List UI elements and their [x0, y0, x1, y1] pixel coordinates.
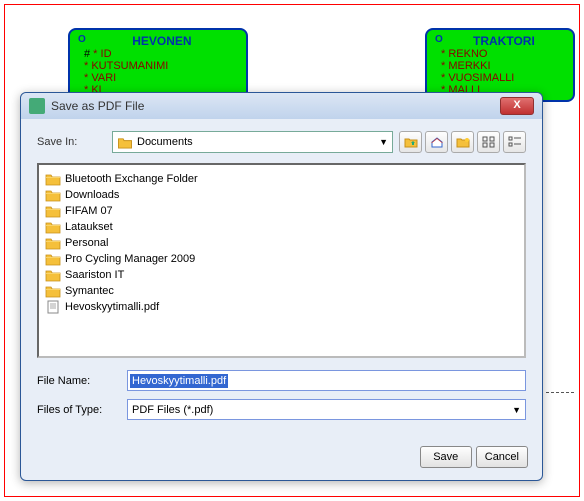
save-pdf-dialog: Save as PDF File X Save In: Documents ▼ … [20, 92, 543, 481]
save-in-label: Save In: [37, 136, 112, 148]
folder-item[interactable]: FIFAM 07 [43, 203, 520, 219]
file-name: Personal [65, 237, 108, 249]
chevron-down-icon: ▼ [512, 405, 521, 415]
folder-new-icon [456, 136, 470, 148]
list-view-button[interactable] [477, 131, 500, 153]
file-name: Saariston IT [65, 269, 124, 281]
file-item[interactable]: Hevoskyytimalli.pdf [43, 299, 520, 315]
home-button[interactable] [425, 131, 448, 153]
entity-title: TRAKTORI [473, 34, 535, 48]
folder-item[interactable]: Lataukset [43, 219, 520, 235]
file-name: FIFAM 07 [65, 205, 113, 217]
new-folder-button[interactable] [451, 131, 474, 153]
titlebar[interactable]: Save as PDF File X [21, 93, 542, 119]
folder-item[interactable]: Personal [43, 235, 520, 251]
details-view-button[interactable] [503, 131, 526, 153]
cancel-button[interactable]: Cancel [476, 446, 528, 468]
lock-icon: O [435, 34, 443, 45]
folder-item[interactable]: Bluetooth Exchange Folder [43, 171, 520, 187]
chevron-down-icon: ▼ [379, 137, 388, 147]
file-name-input[interactable]: Hevoskyytimalli.pdf [127, 370, 526, 391]
entity-hevonen: OHEVONEN # * ID * KUTSUMANIMI * VARI * K… [68, 28, 248, 102]
folder-item[interactable]: Pro Cycling Manager 2009 [43, 251, 520, 267]
file-type-value: PDF Files (*.pdf) [132, 404, 512, 416]
folder-item[interactable]: Downloads [43, 187, 520, 203]
file-name-label: File Name: [37, 375, 127, 387]
up-folder-button[interactable] [399, 131, 422, 153]
file-name: Pro Cycling Manager 2009 [65, 253, 195, 265]
file-list[interactable]: Bluetooth Exchange Folder Downloads FIFAM … [37, 163, 526, 358]
dialog-title: Save as PDF File [51, 99, 500, 113]
folder-item[interactable]: Saariston IT [43, 267, 520, 283]
folder-up-icon [404, 136, 418, 148]
file-name: Hevoskyytimalli.pdf [65, 301, 159, 313]
file-type-label: Files of Type: [37, 404, 127, 416]
lock-icon: O [78, 34, 86, 45]
entity-traktori: OTRAKTORI * REKNO * MERKKI * VUOSIMALLI … [425, 28, 575, 102]
file-name: Downloads [65, 189, 119, 201]
file-name: Bluetooth Exchange Folder [65, 173, 198, 185]
save-button[interactable]: Save [420, 446, 472, 468]
file-type-dropdown[interactable]: PDF Files (*.pdf) ▼ [127, 399, 526, 420]
close-button[interactable]: X [500, 97, 534, 115]
app-icon [29, 98, 45, 114]
save-in-dropdown[interactable]: Documents ▼ [112, 131, 393, 153]
grid-icon [482, 136, 496, 148]
file-name: Symantec [65, 285, 114, 297]
folder-item[interactable]: Symantec [43, 283, 520, 299]
home-icon [430, 136, 444, 148]
folder-icon [117, 136, 133, 149]
connector-line [546, 392, 574, 393]
file-name: Lataukset [65, 221, 113, 233]
details-icon [508, 136, 522, 148]
entity-title: HEVONEN [132, 34, 191, 48]
save-in-value: Documents [137, 136, 379, 148]
